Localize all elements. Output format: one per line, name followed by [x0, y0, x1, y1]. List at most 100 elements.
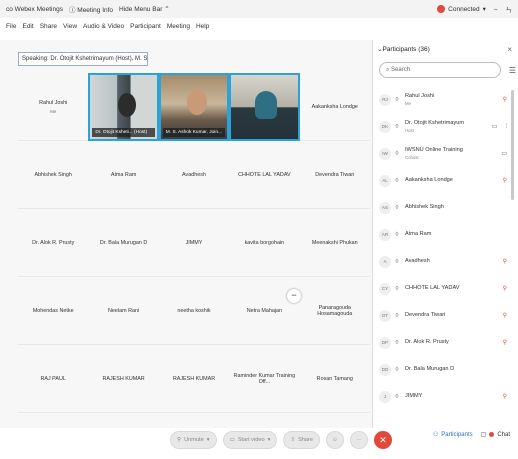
chat-label: Chat — [497, 431, 510, 438]
menu-view[interactable]: View — [63, 23, 77, 30]
participant-tile[interactable]: Neelam Rani — [88, 277, 158, 345]
participant-list-item[interactable]: CY ◊ CHHOTE LAL YADAV ⚲ — [373, 275, 513, 302]
avatar: A — [379, 255, 391, 268]
participant-list-item[interactable]: AS ◊ Abhishek Singh — [373, 194, 513, 221]
participant-tile[interactable]: Devendra Tiwari — [300, 141, 370, 209]
participant-tile[interactable]: Meenakshi Phukan — [300, 209, 370, 277]
muted-mic-icon[interactable]: ⚲ — [503, 258, 507, 265]
unmute-button[interactable]: ⚲ Unmute ▾ — [170, 431, 217, 449]
muted-mic-icon[interactable]: ⚲ — [503, 312, 507, 319]
muted-mic-icon[interactable]: ⚲ — [503, 285, 507, 292]
menu-participant[interactable]: Participant — [130, 23, 161, 30]
participant-tile[interactable]: RAJ PAUL — [18, 345, 88, 413]
participant-tile[interactable]: Mohendas Netke — [18, 277, 88, 345]
video-tile[interactable]: M. S. Ashok Kumar, Join... — [158, 73, 230, 141]
participant-tile[interactable]: JIMMY — [159, 209, 229, 277]
participant-tile-content: CHHOTE LAL YADAV — [238, 172, 291, 178]
participant-tile-content: JIMMY — [186, 240, 203, 246]
participant-search-input[interactable]: ⌕ Search — [379, 62, 501, 78]
participant-tile[interactable]: neetha koshik — [159, 277, 229, 345]
muted-mic-icon[interactable]: ⚲ — [503, 177, 507, 184]
participant-tile[interactable]: Dr. Bala Murugan D — [88, 209, 158, 277]
participant-tile[interactable]: kavita borgohain — [229, 209, 299, 277]
share-button[interactable]: ⇧ Share — [283, 431, 320, 449]
participant-list-item[interactable]: DP ◊ Dr. Alok R. Prusty ⚲ — [373, 329, 513, 356]
participant-list-item[interactable]: DT ◊ Devendra Tiwari ⚲ — [373, 302, 513, 329]
participant-tile[interactable]: Avadhesh — [159, 141, 229, 209]
participant-tile[interactable]: Aakanksha Londge — [300, 73, 370, 141]
leave-meeting-button[interactable]: ✕ — [374, 431, 392, 449]
grid-row: RAJ PAUL RAJESH KUMAR RAJESH KUMAR Raminder… — [18, 345, 370, 413]
participant-tile-content: Meenakshi Phukan — [312, 240, 358, 246]
participant-tile-content: RAJESH KUMAR — [173, 376, 215, 382]
participant-tile[interactable]: Rahul Joshi Me — [18, 73, 88, 141]
reactions-button[interactable]: ☺ — [326, 431, 344, 449]
participant-tile-content: Raminder Kumar Training Off... — [231, 373, 297, 385]
camera-icon: ▭ — [491, 124, 498, 130]
smiley-icon: ☺ — [332, 437, 338, 443]
participant-list-item[interactable]: DD ◊ Dr. Bala Murugan D — [373, 356, 513, 383]
start-video-label: Start video — [237, 437, 265, 443]
muted-mic-icon[interactable]: ⚲ — [503, 339, 507, 346]
participant-tile-content: Dr. Bala Murugan D — [100, 240, 147, 246]
participant-tile-content: Abhishek Singh — [34, 172, 71, 178]
participant-tile[interactable]: Dr. Alok R. Prusty — [18, 209, 88, 277]
participant-tile-name: Devendra Tiwari — [315, 172, 355, 178]
restore-button[interactable]: ㄣ — [506, 4, 513, 14]
collapse-button[interactable]: − — [287, 289, 301, 303]
participant-tile[interactable]: Rosan Tamang — [300, 345, 370, 413]
participant-tile-name: Neelam Rani — [108, 308, 140, 314]
participant-list-item[interactable]: IW ◊ IWSNU Online Training Cohost ▭ — [373, 140, 513, 167]
grid-row: Dr. Alok R. Prusty Dr. Bala Murugan D JIMM… — [18, 209, 370, 277]
participant-tile[interactable]: Atma Ram — [88, 141, 158, 209]
menu-file[interactable]: File — [6, 23, 16, 30]
connection-status[interactable]: Connected ▾ — [437, 5, 486, 13]
participant-tile[interactable]: Panaragouda Hosamagouda — [300, 277, 370, 345]
participant-tile-content: Aakanksha Londge — [312, 104, 358, 110]
participants-button[interactable]: ⚇ Participants — [433, 431, 473, 439]
menu-help[interactable]: Help — [196, 23, 209, 30]
menu-meeting[interactable]: Meeting — [167, 23, 190, 30]
menu-edit[interactable]: Edit — [22, 23, 33, 30]
participant-list-item[interactable]: J ◊ JIMMY ⚲ — [373, 383, 513, 410]
participant-list-scrollbar[interactable] — [511, 90, 514, 200]
menu-audio-video[interactable]: Audio & Video — [83, 23, 124, 30]
close-icon[interactable]: × — [507, 45, 512, 54]
participant-list-item[interactable]: AR ◊ Atma Ram — [373, 221, 513, 248]
more-options-button[interactable]: ··· — [350, 431, 368, 449]
minimize-button[interactable]: – — [494, 6, 498, 13]
connection-label: Connected — [448, 5, 480, 13]
meeting-info-button[interactable]: ⓘ Meeting Info — [69, 4, 113, 14]
participant-list-item[interactable]: RJ ◊ Rahul Joshi Me ⚲ — [373, 86, 513, 113]
participant-name-block: Avadhesh — [405, 258, 430, 265]
participant-tile[interactable]: Raminder Kumar Training Off... — [229, 345, 299, 413]
participant-tile-name: RAJESH KUMAR — [172, 376, 216, 382]
start-video-button[interactable]: ▭ Start video ▾ — [222, 431, 278, 449]
participant-tile[interactable]: RAJESH KUMAR — [159, 345, 229, 413]
participant-tile[interactable]: Abhishek Singh — [18, 141, 88, 209]
camera-icon: ▭ — [229, 437, 235, 443]
participant-tile-name: CHHOTE LAL YADAV — [238, 172, 291, 178]
muted-mic-icon[interactable]: ⚲ — [503, 393, 507, 400]
video-tile[interactable]: Dr. Otojit Ksheti... (Host) — [88, 73, 159, 141]
hide-menu-bar-button[interactable]: Hide Menu Bar ⌃ — [119, 5, 170, 13]
participant-list-item[interactable]: A ◊ Avadhesh ⚲ — [373, 248, 513, 275]
participant-list-item[interactable]: DK ◊ Dr. Otojit Kshetrimayum Host ▭ ⁞ — [373, 113, 513, 140]
menu-icon[interactable]: ☰ — [509, 66, 516, 75]
participant-tile[interactable]: RAJESH KUMAR — [88, 345, 158, 413]
chat-notification-badge — [489, 432, 495, 437]
participant-list-item[interactable]: AL ◊ Aakanksha Londge ⚲ — [373, 167, 513, 194]
participant-name-block: IWSNU Online Training Cohost — [405, 147, 463, 161]
audio-connection-icon: ◊ — [395, 177, 399, 184]
participant-tile[interactable]: CHHOTE LAL YADAV — [229, 141, 299, 209]
participant-tile-name: neetha koshik — [177, 308, 211, 314]
meeting-controls: ⚲ Unmute ▾ ▭ Start video ▾ ⇧ Share ☺ ···… — [0, 428, 518, 459]
participants-header[interactable]: ⌄ Participants (36) × — [373, 40, 518, 58]
menu-share[interactable]: Share — [40, 23, 57, 30]
chat-button[interactable]: ▢ Chat — [481, 431, 510, 439]
participant-status: ⚲ — [503, 258, 507, 265]
participant-tile[interactable]: Netra Mahajan — [229, 277, 299, 345]
muted-mic-icon[interactable]: ⚲ — [503, 96, 507, 103]
video-tile[interactable] — [229, 73, 300, 141]
participant-name: Dr. Otojit Kshetrimayum — [405, 119, 465, 126]
